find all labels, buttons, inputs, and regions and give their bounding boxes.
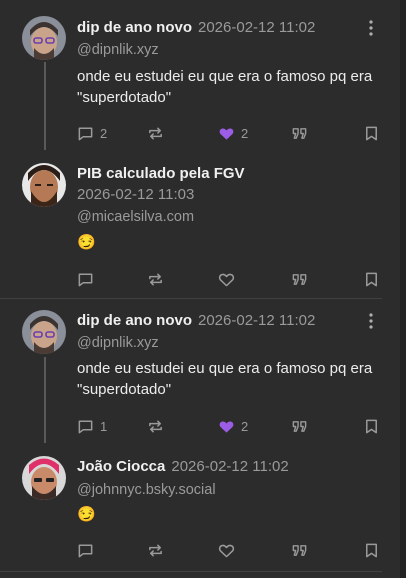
timestamp[interactable]: 2026-02-12 11:02 (171, 458, 288, 475)
author-name[interactable]: PIB calculado pela FGV (77, 165, 245, 182)
reply-button[interactable] (77, 269, 94, 289)
reply-icon (78, 127, 93, 140)
repost-icon (149, 273, 162, 285)
reply-count: 2 (100, 125, 108, 141)
repost-button[interactable] (147, 416, 164, 436)
author-handle[interactable]: @micaelsilva.com (77, 207, 194, 227)
action-bar (77, 540, 377, 560)
repost-button[interactable] (147, 269, 164, 289)
post-text: 😏 (77, 234, 96, 251)
post-3[interactable]: dip de ano novo 2026-02-12 11:02 @dipnlik… (0, 299, 400, 443)
post-header: dip de ano novo 2026-02-12 11:02 (77, 311, 315, 331)
post-text: onde eu estudei eu que era o famoso pq e… (77, 360, 373, 398)
quote-icon (292, 544, 307, 556)
heart-icon (219, 420, 234, 433)
quote-button[interactable] (291, 540, 308, 560)
scrollbar[interactable] (400, 0, 406, 578)
heart-icon (218, 544, 235, 557)
reply-button[interactable] (77, 540, 94, 560)
thread-line (44, 62, 46, 150)
author-name[interactable]: dip de ano novo (77, 312, 192, 329)
avatar[interactable] (22, 163, 66, 207)
timestamp[interactable]: 2026-02-12 11:02 (198, 19, 315, 36)
avatar[interactable] (22, 456, 66, 500)
bookmark-icon (366, 126, 377, 140)
reply-button[interactable]: 1 (77, 416, 107, 436)
more-icon[interactable] (364, 312, 378, 330)
repost-icon (149, 544, 162, 556)
timestamp[interactable]: 2026-02-12 11:03 (77, 185, 194, 205)
timestamp[interactable]: 2026-02-12 11:02 (198, 312, 315, 329)
like-button[interactable] (218, 540, 235, 560)
repost-icon (149, 127, 162, 139)
like-count: 2 (241, 418, 249, 434)
post-header: João Ciocca 2026-02-12 11:02 (77, 457, 289, 477)
action-bar: 1 2 (77, 416, 377, 436)
reply-button[interactable]: 2 (77, 123, 107, 143)
repost-button[interactable] (147, 123, 164, 143)
heart-icon (219, 127, 234, 140)
avatar[interactable] (22, 310, 66, 354)
author-name[interactable]: dip de ano novo (77, 19, 192, 36)
reply-icon (78, 273, 93, 286)
quote-icon (292, 127, 307, 139)
reply-icon (78, 420, 93, 433)
bookmark-icon (366, 272, 377, 286)
bookmark-button[interactable] (363, 269, 380, 289)
quote-icon (292, 420, 307, 432)
repost-icon (149, 420, 162, 432)
author-handle[interactable]: @johnnyc.bsky.social (77, 480, 216, 500)
avatar[interactable] (22, 16, 66, 60)
reply-icon (78, 544, 93, 557)
like-button[interactable]: 2 (218, 416, 248, 436)
author-handle[interactable]: @dipnlik.xyz (77, 333, 159, 353)
like-button[interactable] (218, 269, 235, 289)
action-bar: 2 2 (77, 123, 377, 143)
quote-button[interactable] (291, 416, 308, 436)
bookmark-icon (366, 419, 377, 433)
quote-icon (292, 273, 307, 285)
bookmark-icon (366, 543, 377, 557)
reply-count: 1 (100, 418, 108, 434)
thread-line (44, 357, 46, 443)
author-name[interactable]: João Ciocca (77, 458, 165, 475)
post-text: onde eu estudei eu que era o famoso pq e… (77, 68, 373, 106)
action-bar (77, 269, 377, 289)
like-count: 2 (241, 125, 249, 141)
post-2[interactable]: PIB calculado pela FGV 2026-02-12 11:03 … (0, 150, 400, 298)
post-header: PIB calculado pela FGV (77, 164, 245, 184)
post-text: 😏 (77, 506, 96, 523)
quote-button[interactable] (291, 269, 308, 289)
more-icon[interactable] (364, 19, 378, 37)
post-4[interactable]: João Ciocca 2026-02-12 11:02 @johnnyc.bsk… (0, 443, 400, 571)
quote-button[interactable] (291, 123, 308, 143)
heart-icon (218, 273, 235, 286)
author-handle[interactable]: @dipnlik.xyz (77, 40, 159, 60)
bookmark-button[interactable] (363, 416, 380, 436)
divider (0, 571, 382, 572)
post-1[interactable]: dip de ano novo 2026-02-12 11:02 @dipnlik… (0, 0, 400, 150)
like-button[interactable]: 2 (218, 123, 248, 143)
timeline-column: dip de ano novo 2026-02-12 11:02 @dipnlik… (0, 0, 401, 578)
post-header: dip de ano novo 2026-02-12 11:02 (77, 18, 315, 38)
bookmark-button[interactable] (363, 540, 380, 560)
repost-button[interactable] (147, 540, 164, 560)
bookmark-button[interactable] (363, 123, 380, 143)
